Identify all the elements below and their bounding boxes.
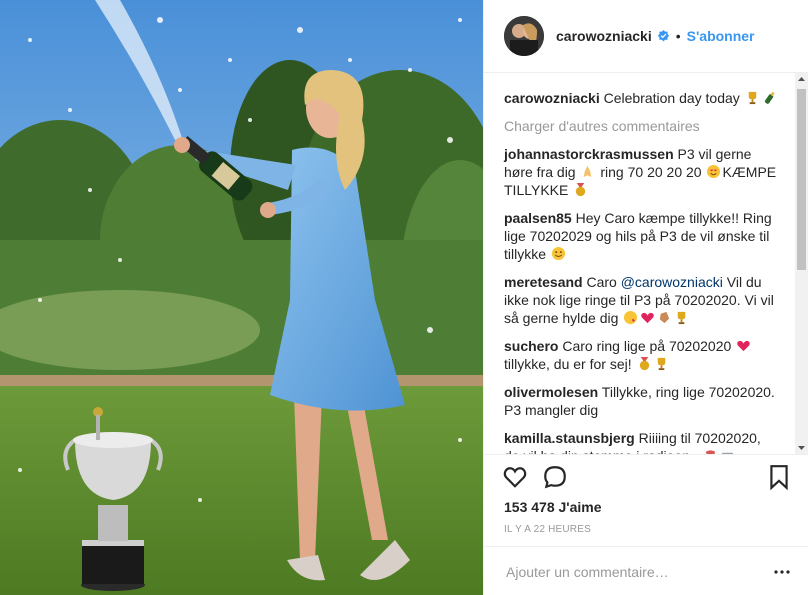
more-options-icon[interactable] bbox=[774, 565, 790, 579]
post-sidebar: carowozniacki • S'abonner carowozniacki … bbox=[483, 0, 808, 595]
comment-icon[interactable] bbox=[542, 464, 568, 490]
likes-number: 153 478 bbox=[504, 499, 555, 515]
heart-icon[interactable] bbox=[502, 464, 528, 490]
praying-hands-icon bbox=[584, 165, 592, 178]
comment-item: suchero Caro ring lige på 70202020 tilly… bbox=[504, 337, 778, 373]
comment-text: ring 70 20 20 20 bbox=[600, 164, 702, 180]
heart-eyes-icon bbox=[707, 164, 721, 179]
instagram-post: carowozniacki • S'abonner carowozniacki … bbox=[0, 0, 808, 595]
trophy-icon bbox=[657, 357, 665, 371]
comment-text: Caro ring lige på 70202020 bbox=[562, 338, 732, 354]
medal-icon bbox=[639, 356, 649, 371]
clapping-hands-icon bbox=[660, 311, 670, 324]
scroll-down-arrow-icon[interactable] bbox=[795, 441, 808, 454]
comment-item: johannastorckrasmussen P3 vil gerne høre… bbox=[504, 145, 778, 199]
post-photo[interactable] bbox=[0, 0, 483, 595]
comment-item: olivermolesen Tillykke, ring lige 702020… bbox=[504, 383, 778, 419]
avatar[interactable] bbox=[504, 16, 544, 56]
comment-username[interactable]: kamilla.staunsbjerg bbox=[504, 430, 635, 446]
comment-item: paalsen85 Hey Caro kæmpe tillykke!! Ring… bbox=[504, 209, 778, 263]
comment-username[interactable]: carowozniacki bbox=[504, 90, 600, 106]
comments-list: carowozniacki Celebration day today Char… bbox=[484, 73, 794, 454]
follow-button[interactable]: S'abonner bbox=[687, 28, 755, 44]
load-more-comments[interactable]: Charger d'autres commentaires bbox=[504, 117, 778, 135]
heart-icon-red bbox=[641, 312, 655, 324]
champagne-bottle-icon bbox=[764, 91, 775, 104]
comment-text: Caro bbox=[586, 274, 621, 290]
likes-count[interactable]: 153 478 J'aime bbox=[504, 499, 602, 515]
comments-scrollbar[interactable] bbox=[795, 73, 808, 454]
trophy-icon bbox=[678, 311, 686, 325]
add-comment-bar bbox=[484, 546, 808, 595]
caption: carowozniacki Celebration day today bbox=[504, 89, 778, 107]
verified-badge-icon bbox=[657, 29, 669, 41]
trophy-icon bbox=[748, 91, 756, 105]
post-header: carowozniacki • S'abonner bbox=[484, 0, 808, 73]
medal-icon bbox=[576, 182, 586, 197]
comment-username[interactable]: meretesand bbox=[504, 274, 583, 290]
comment-mention[interactable]: @carowozniacki bbox=[621, 274, 723, 290]
comment-username[interactable]: suchero bbox=[504, 338, 558, 354]
kiss-face-icon bbox=[624, 310, 638, 325]
add-comment-input[interactable] bbox=[504, 563, 758, 581]
celebration-photo bbox=[0, 0, 483, 595]
bookmark-icon[interactable] bbox=[766, 464, 792, 490]
avatar-image bbox=[504, 16, 544, 56]
comment-text: tillykke, du er for sej! bbox=[504, 356, 632, 372]
scrollbar-thumb[interactable] bbox=[797, 89, 806, 270]
comment-item: meretesand Caro @carowozniacki Vil du ik… bbox=[504, 273, 778, 327]
comment-username[interactable]: paalsen85 bbox=[504, 210, 572, 226]
smile-icon bbox=[551, 246, 565, 261]
post-actions bbox=[484, 454, 808, 504]
header-separator: • bbox=[675, 28, 681, 44]
comment-username[interactable]: olivermolesen bbox=[504, 384, 598, 400]
scroll-up-arrow-icon[interactable] bbox=[795, 73, 808, 86]
post-timestamp[interactable]: IL Y A 22 HEURES bbox=[504, 524, 591, 535]
header-username[interactable]: carowozniacki bbox=[556, 28, 652, 44]
comment-item: kamilla.staunsbjerg Riiiing til 70202020… bbox=[504, 429, 778, 454]
heart-ribbon-icon bbox=[737, 340, 750, 352]
caption-text: Celebration day today bbox=[603, 90, 740, 106]
comment-username[interactable]: johannastorckrasmussen bbox=[504, 146, 674, 162]
likes-label: J'aime bbox=[558, 499, 602, 515]
